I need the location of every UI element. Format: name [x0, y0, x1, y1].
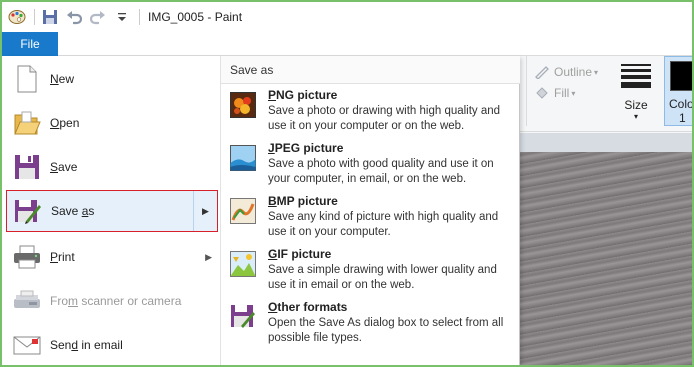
new-document-icon — [12, 64, 42, 94]
menu-item-label: Open — [50, 116, 80, 130]
quick-access-toolbar — [2, 2, 140, 32]
outline-icon — [534, 65, 550, 80]
option-description: Save any kind of picture with high quali… — [268, 211, 499, 238]
menu-item-label: Save — [50, 160, 78, 174]
email-icon — [12, 330, 42, 360]
submenu-header: Save as — [221, 56, 520, 84]
menu-item-print[interactable]: Print ▶ — [6, 236, 218, 278]
option-title: JPEG picture — [268, 141, 344, 155]
window-title: IMG_0005 - Paint — [148, 10, 243, 24]
save-icon[interactable] — [41, 8, 59, 26]
option-title: Other formats — [268, 300, 348, 314]
chevron-down-icon: ▾ — [571, 88, 576, 98]
save-as-submenu: Save as PNG picture Save a photo or draw… — [220, 56, 520, 365]
jpeg-picture-icon — [230, 145, 256, 171]
line-size-icon — [621, 64, 651, 88]
outline-button[interactable]: Outline ▾ — [534, 65, 599, 80]
color-1-label: Colo — [669, 97, 694, 111]
title-bar: IMG_0005 - Paint — [2, 2, 692, 32]
menu-item-label: Print — [50, 250, 75, 264]
option-description: Open the Save As dialog box to select fr… — [268, 317, 504, 344]
chevron-down-icon: ▾ — [633, 112, 638, 121]
floppy-disk-icon — [12, 152, 42, 182]
toolbar-divider — [34, 9, 35, 25]
option-title: PNG picture — [268, 88, 338, 102]
paint-window: IMG_0005 - Paint File Outline ▾ Fill ▾ S… — [0, 0, 694, 367]
menu-item-send-email[interactable]: Send in email — [6, 324, 218, 365]
file-menu-commands: New Open Save Save as ▶ Print ▶ From sca… — [2, 56, 220, 365]
option-title: BMP picture — [268, 194, 338, 208]
ribbon-panel: Outline ▾ Fill ▾ Size ▾ Colo 1 — [520, 56, 692, 132]
option-description: Save a simple drawing with lower quality… — [268, 264, 497, 291]
menu-item-save-as[interactable]: Save as ▶ — [6, 190, 218, 232]
redo-icon[interactable] — [89, 8, 107, 26]
file-menu: New Open Save Save as ▶ Print ▶ From sca… — [2, 56, 520, 365]
submenu-arrow-icon: ▶ — [205, 251, 212, 262]
bmp-picture-icon — [230, 198, 256, 224]
fill-label: Fill — [554, 86, 570, 100]
menu-item-save[interactable]: Save — [6, 146, 218, 188]
menu-item-open[interactable]: Open — [6, 102, 218, 144]
menu-item-new[interactable]: New — [6, 58, 218, 100]
undo-icon[interactable] — [65, 8, 83, 26]
png-picture-icon — [230, 92, 256, 118]
color-swatch — [670, 61, 692, 91]
file-tab[interactable]: File — [2, 32, 58, 56]
paint-app-icon[interactable] — [8, 8, 26, 26]
color-1-number: 1 — [679, 111, 686, 125]
ribbon-tab-strip — [2, 32, 692, 56]
option-description: Save a photo with good quality and use i… — [268, 158, 494, 185]
customize-toolbar-icon[interactable] — [113, 8, 131, 26]
color-1-button[interactable]: Colo 1 — [664, 56, 694, 126]
toolbar-divider — [139, 9, 140, 25]
size-button[interactable]: Size ▾ — [618, 60, 654, 122]
submenu-arrow-icon[interactable]: ▶ — [193, 191, 217, 231]
canvas-background — [520, 133, 692, 152]
save-as-dialog-icon — [230, 304, 256, 330]
menu-item-label: New — [50, 72, 75, 86]
outline-label: Outline — [554, 65, 593, 79]
printer-icon — [12, 242, 42, 272]
menu-item-label: Save as — [51, 204, 95, 218]
ribbon-divider — [526, 56, 527, 126]
fill-button[interactable]: Fill ▾ — [534, 86, 575, 100]
gif-picture-icon — [230, 251, 256, 277]
option-jpeg-picture[interactable]: JPEG picture Save a photo with good qual… — [227, 141, 517, 193]
fill-icon — [534, 86, 550, 100]
image-canvas[interactable] — [520, 152, 692, 365]
menu-item-label: From scanner or camera — [50, 294, 182, 308]
option-gif-picture[interactable]: GIF picture Save a simple drawing with l… — [227, 247, 517, 299]
save-as-icon — [13, 196, 43, 226]
option-other-formats[interactable]: Other formats Open the Save As dialog bo… — [227, 300, 517, 352]
chevron-down-icon: ▾ — [594, 67, 599, 77]
option-bmp-picture[interactable]: BMP picture Save any kind of picture wit… — [227, 194, 517, 246]
menu-item-label: Send in email — [50, 338, 123, 352]
option-description: Save a photo or drawing with high qualit… — [268, 105, 501, 132]
menu-item-from-scanner: From scanner or camera — [6, 280, 218, 322]
option-title: GIF picture — [268, 247, 332, 261]
option-png-picture[interactable]: PNG picture Save a photo or drawing with… — [227, 88, 517, 140]
size-label: Size — [624, 98, 648, 112]
scanner-icon — [12, 286, 42, 316]
open-folder-icon — [12, 108, 42, 138]
